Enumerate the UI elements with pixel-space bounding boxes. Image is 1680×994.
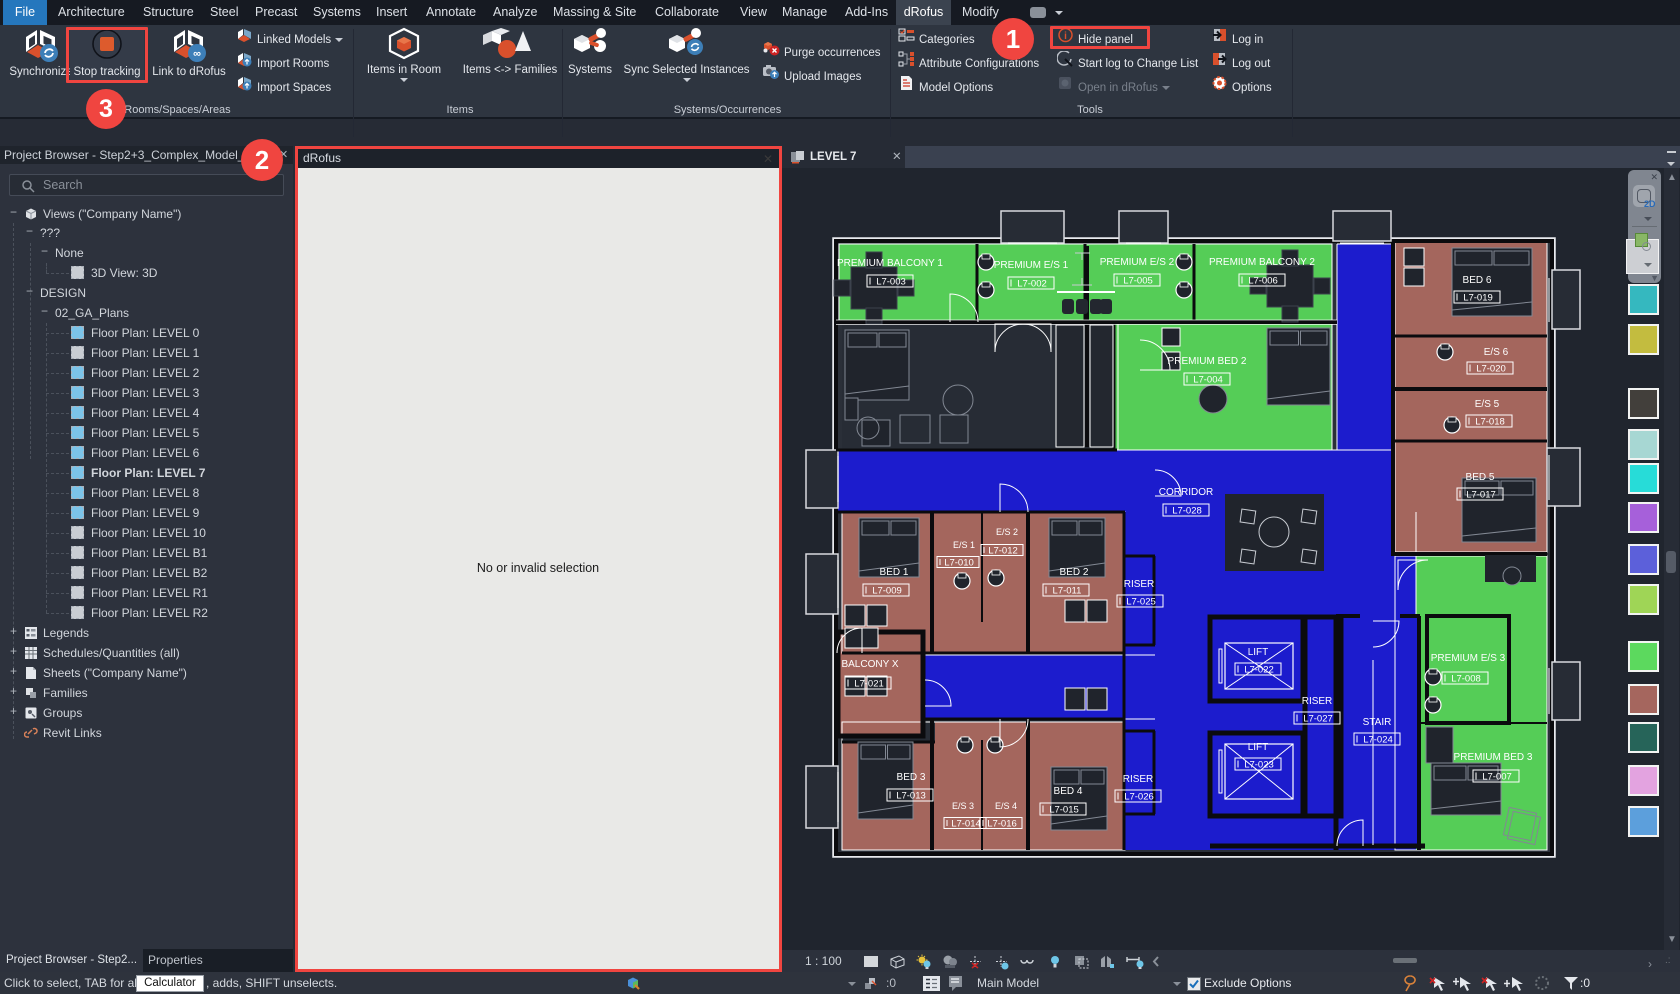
svg-text:CORRIDOR: CORRIDOR	[1159, 487, 1213, 498]
svg-text:L7-022: L7-022	[1244, 665, 1274, 676]
svg-text:L7-006: L7-006	[1248, 276, 1278, 287]
svg-text:E/S 5: E/S 5	[1475, 399, 1500, 410]
svg-text:E/S 1: E/S 1	[953, 540, 975, 550]
svg-text:LIFT: LIFT	[1248, 742, 1269, 753]
svg-text:BED 5: BED 5	[1466, 472, 1495, 483]
svg-text:PREMIUM BED 3: PREMIUM BED 3	[1454, 752, 1533, 763]
svg-text:L7-023: L7-023	[1244, 760, 1274, 771]
svg-text:L7-016: L7-016	[987, 819, 1017, 830]
svg-text:LIFT: LIFT	[1248, 647, 1269, 658]
svg-text:BALCONY X: BALCONY X	[841, 659, 898, 670]
svg-text:RISER: RISER	[1302, 696, 1333, 707]
svg-text:∞: ∞	[193, 48, 201, 60]
svg-text:BED 4: BED 4	[1054, 786, 1083, 797]
svg-text:L7-014: L7-014	[951, 819, 981, 830]
svg-text:L7-019: L7-019	[1463, 293, 1493, 304]
svg-text:L7-012: L7-012	[988, 546, 1018, 557]
svg-text:RISER: RISER	[1123, 774, 1154, 785]
svg-text:PREMIUM BED 2: PREMIUM BED 2	[1168, 356, 1247, 367]
svg-text:E/S 4: E/S 4	[995, 801, 1017, 811]
svg-text:L7-004: L7-004	[1193, 375, 1223, 386]
svg-text:E/S 2: E/S 2	[996, 527, 1018, 537]
svg-text:L7-007: L7-007	[1482, 772, 1512, 783]
svg-text:L7-009: L7-009	[872, 586, 902, 597]
svg-text:E/S 3: E/S 3	[952, 801, 974, 811]
svg-text:BED 6: BED 6	[1463, 275, 1492, 286]
svg-text:L7-028: L7-028	[1172, 506, 1202, 517]
svg-text:RISER: RISER	[1124, 579, 1155, 590]
svg-text:PREMIUM E/S 1: PREMIUM E/S 1	[994, 260, 1069, 271]
svg-text:PREMIUM E/S 2: PREMIUM E/S 2	[1100, 257, 1175, 268]
svg-text:STAIR: STAIR	[1363, 717, 1392, 728]
svg-text:L7-003: L7-003	[876, 277, 906, 288]
svg-text:L7-026: L7-026	[1124, 792, 1154, 803]
svg-text:L7-005: L7-005	[1123, 276, 1153, 287]
svg-text:PREMIUM BALCONY 2: PREMIUM BALCONY 2	[1209, 257, 1315, 268]
svg-text:L7-017: L7-017	[1466, 490, 1496, 501]
svg-text:PREMIUM BALCONY 1: PREMIUM BALCONY 1	[837, 258, 943, 269]
svg-text:PREMIUM E/S 3: PREMIUM E/S 3	[1431, 653, 1506, 664]
svg-text:BED 2: BED 2	[1060, 567, 1089, 578]
svg-text:L7-025: L7-025	[1126, 597, 1156, 608]
svg-text:L7-013: L7-013	[896, 791, 926, 802]
svg-text:L7-020: L7-020	[1476, 364, 1506, 375]
svg-text:BED 1: BED 1	[880, 567, 909, 578]
svg-text:E/S 6: E/S 6	[1484, 347, 1509, 358]
svg-text:L7-011: L7-011	[1053, 586, 1082, 597]
svg-text:L7-027: L7-027	[1303, 714, 1333, 725]
svg-text:L7-021: L7-021	[854, 679, 884, 690]
svg-text:L7-018: L7-018	[1475, 417, 1505, 428]
svg-text:BED 3: BED 3	[897, 772, 926, 783]
svg-text:L7-015: L7-015	[1049, 805, 1079, 816]
svg-text:L7-024: L7-024	[1363, 735, 1393, 746]
svg-text:L7-002: L7-002	[1017, 279, 1047, 290]
svg-text:L7-008: L7-008	[1451, 674, 1481, 685]
svg-text:L7-010: L7-010	[944, 558, 974, 569]
